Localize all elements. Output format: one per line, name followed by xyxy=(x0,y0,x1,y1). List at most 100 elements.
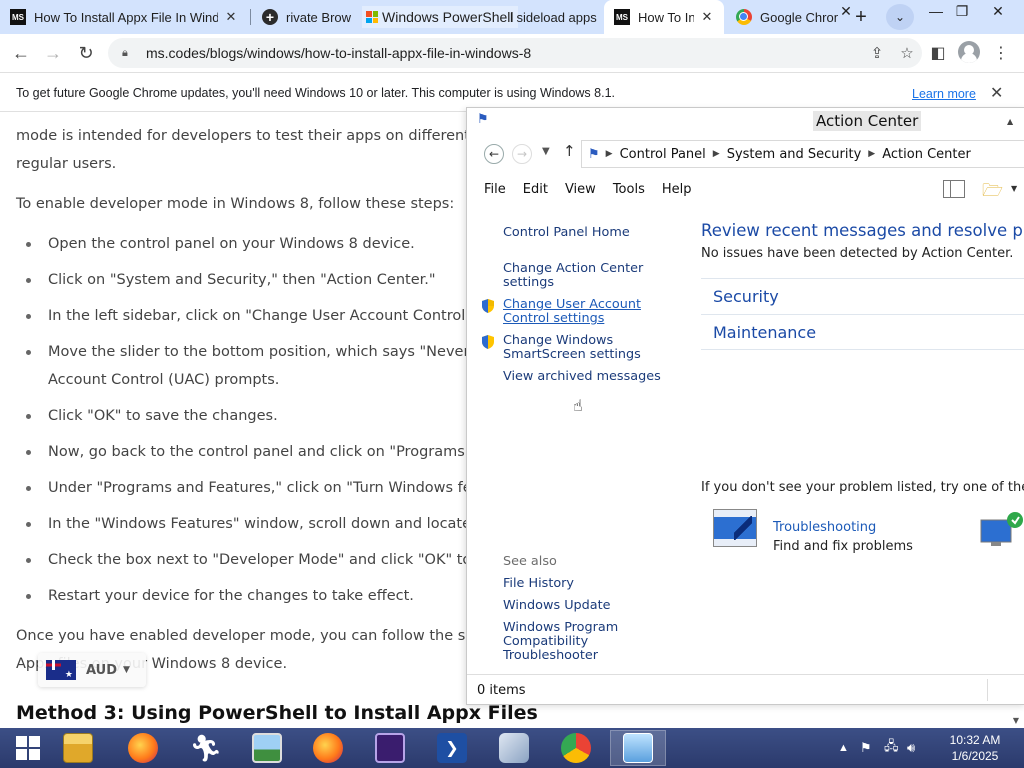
mouse-pointer-icon: ☝︎ xyxy=(573,396,583,415)
menu-tools[interactable]: Tools xyxy=(613,182,645,197)
security-section-header[interactable]: Security xyxy=(701,278,1024,314)
taskbar-runner-app[interactable]: 🏃︎ xyxy=(178,730,234,766)
new-tab-button[interactable]: + xyxy=(849,5,873,29)
file-explorer-icon xyxy=(63,733,93,763)
running-figure-icon: 🏃︎ xyxy=(189,732,223,763)
link-line: Change Windows xyxy=(503,333,614,348)
change-smartscreen-link[interactable]: Change Windows SmartScreen settings xyxy=(503,334,641,362)
preview-pane-icon[interactable] xyxy=(943,180,965,198)
forward-button[interactable]: → xyxy=(512,144,532,164)
close-icon[interactable]: ✕ xyxy=(990,83,1003,103)
back-button[interactable]: ← xyxy=(8,41,34,65)
up-arrow-icon[interactable]: ↑ xyxy=(563,142,576,160)
network-icon[interactable]: 🖧︎ xyxy=(884,728,899,768)
powershell-window-label[interactable]: Windows PowerShell xyxy=(362,6,518,28)
scroll-down-arrow[interactable]: ▼ xyxy=(1008,712,1024,728)
page-title: Review recent messages and resolve pr xyxy=(701,221,1024,240)
close-icon[interactable]: ✕ xyxy=(698,8,716,26)
menu-edit[interactable]: Edit xyxy=(523,182,548,197)
menu-file[interactable]: File xyxy=(484,182,506,197)
bullet xyxy=(26,242,31,247)
taskbar-cpu-app[interactable] xyxy=(362,730,418,766)
main-pane: Review recent messages and resolve pr No… xyxy=(687,204,1024,674)
chrome-icon xyxy=(736,9,752,25)
uac-shield-icon xyxy=(482,335,494,349)
tab-private-browsing[interactable]: + rivate Brow xyxy=(252,0,364,34)
file-history-link[interactable]: File History xyxy=(503,577,574,591)
breadcrumb-item[interactable]: Control Panel xyxy=(620,147,706,162)
troubleshooting-icon[interactable] xyxy=(713,509,757,547)
taskbar-chrome[interactable] xyxy=(548,730,604,766)
link-line: Change User Account xyxy=(503,297,641,312)
window-titlebar[interactable]: ⚑ Action Center ▲ xyxy=(467,108,1024,136)
bullet xyxy=(26,278,31,283)
tab-google-chrome[interactable]: Google Chrome xyxy=(726,0,838,34)
address-bar[interactable]: 🔒︎ ms.codes/blogs/windows/how-to-install… xyxy=(108,38,922,68)
show-hidden-icons[interactable]: ▲ xyxy=(838,728,849,768)
powershell-icon: ❯ xyxy=(437,733,467,763)
breadcrumb-item[interactable]: Action Center xyxy=(882,147,971,162)
currency-label: AUD xyxy=(86,662,118,678)
taskbar-file-explorer[interactable] xyxy=(50,730,106,766)
taskbar-photo-app[interactable] xyxy=(239,730,295,766)
tab-search-button[interactable]: ⌄ xyxy=(886,4,914,30)
menu-kebab-icon[interactable]: ⋮ xyxy=(988,41,1014,65)
currency-selector[interactable]: AUD ▼ xyxy=(38,653,146,687)
list-item: Open the control panel on your Windows 8… xyxy=(48,236,415,252)
browser-toolbar: ← → ↻ 🔒︎ ms.codes/blogs/windows/how-to-i… xyxy=(0,34,1024,72)
chevron-down-icon: ▼ xyxy=(123,665,130,675)
chevron-down-icon: ⌄ xyxy=(894,10,906,24)
reload-button[interactable]: ↻ xyxy=(73,41,99,65)
window-close-button[interactable]: ✕ xyxy=(980,0,1016,22)
link-line: Windows Program xyxy=(503,620,619,635)
list-item: In the left sidebar, click on "Change Us… xyxy=(48,308,502,324)
volume-icon[interactable]: 🔊︎ xyxy=(907,728,915,768)
folder-icon[interactable]: 🗁︎ xyxy=(982,178,1003,201)
chevron-down-icon[interactable]: ▼ xyxy=(1011,184,1017,193)
windows-update-link[interactable]: Windows Update xyxy=(503,599,611,613)
scroll-up-arrow[interactable]: ▲ xyxy=(1007,117,1013,126)
update-infobar: To get future Google Chrome updates, you… xyxy=(0,72,1024,112)
tab-ms-codes-active[interactable]: How To In ✕ xyxy=(604,0,724,34)
change-action-center-link[interactable]: Change Action Center settings xyxy=(503,262,643,290)
firefox-icon xyxy=(128,733,158,763)
side-panel-icon[interactable]: ◧ xyxy=(925,41,951,65)
close-icon[interactable]: ✕ xyxy=(222,8,240,26)
section-heading: Method 3: Using PowerShell to Install Ap… xyxy=(16,702,538,724)
taskbar-powershell[interactable]: ❯ xyxy=(424,730,480,766)
taskbar-firefox[interactable] xyxy=(115,730,171,766)
change-uac-settings-link[interactable]: Change User Account Control settings xyxy=(503,298,641,326)
start-button[interactable] xyxy=(0,730,56,766)
list-item-continued: Account Control (UAC) prompts. xyxy=(48,372,280,388)
tab-ms-codes-1[interactable]: How To Install Appx File In Windo ✕ xyxy=(0,0,248,34)
tab-sideload[interactable]: l sideload apps xyxy=(510,0,604,34)
breadcrumb[interactable]: ⚑ ▶ Control Panel ▶ System and Security … xyxy=(581,140,1024,168)
taskbar-firefox-2[interactable] xyxy=(300,730,356,766)
control-panel-home-link[interactable]: Control Panel Home xyxy=(503,226,630,240)
australia-flag-icon xyxy=(46,660,76,680)
bookmark-star-icon[interactable]: ☆ xyxy=(892,44,922,62)
recovery-icon[interactable] xyxy=(979,510,1023,550)
back-button[interactable]: ← xyxy=(484,144,504,164)
share-icon[interactable]: ⇪ xyxy=(862,44,892,62)
taskbar-control-panel[interactable] xyxy=(610,730,666,766)
menu-view[interactable]: View xyxy=(565,182,596,197)
control-panel-icon xyxy=(623,733,653,763)
restore-button[interactable]: ❐ xyxy=(944,0,980,22)
system-clock[interactable]: 10:32 AM 1/6/2025 xyxy=(936,732,1014,764)
action-center-flag-icon[interactable]: ⚑ xyxy=(860,728,872,768)
list-item: Move the slider to the bottom position, … xyxy=(48,344,507,360)
taskbar-media-app[interactable] xyxy=(486,730,542,766)
see-also-label: See also xyxy=(503,554,557,569)
chevron-down-icon[interactable]: ▼ xyxy=(542,146,550,157)
learn-more-link[interactable]: Learn more xyxy=(912,87,976,101)
troubleshooting-link[interactable]: Troubleshooting xyxy=(773,520,876,535)
breadcrumb-item[interactable]: System and Security xyxy=(727,147,862,162)
forward-button[interactable]: → xyxy=(40,41,66,65)
view-archived-messages-link[interactable]: View archived messages xyxy=(503,370,661,384)
menu-help[interactable]: Help xyxy=(662,182,692,197)
profile-avatar[interactable] xyxy=(958,41,980,63)
compatibility-troubleshooter-link[interactable]: Windows Program Compatibility Troublesho… xyxy=(503,621,618,663)
maintenance-section-header[interactable]: Maintenance xyxy=(701,314,1024,350)
link-line: settings xyxy=(503,275,555,290)
